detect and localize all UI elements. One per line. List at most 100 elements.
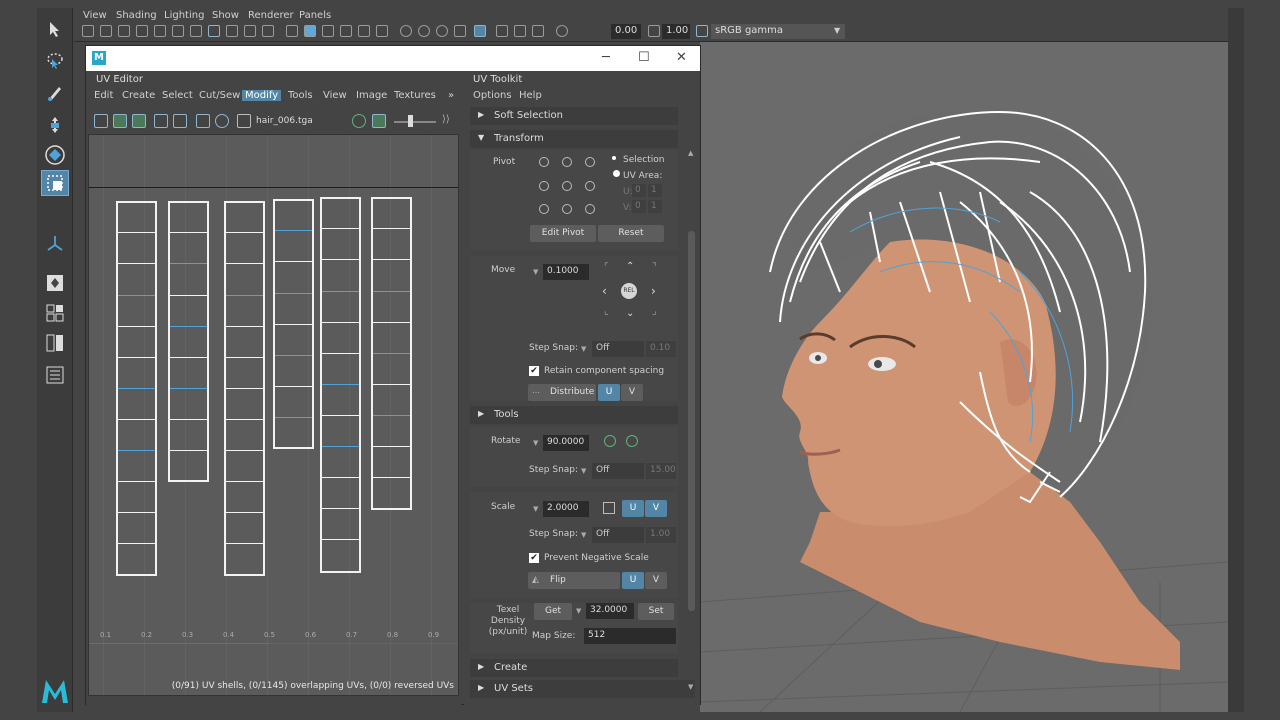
uv-shell-select-icon[interactable] <box>94 114 108 128</box>
move-amount-field[interactable]: 0.1000 <box>543 264 589 280</box>
flip-v-button[interactable]: V <box>645 572 667 589</box>
exposure-slider-handle[interactable] <box>408 115 413 127</box>
exposure-icon[interactable] <box>556 25 568 37</box>
gamma-value-field[interactable]: 1.00 <box>662 24 690 39</box>
move-right-icon[interactable]: › <box>651 284 656 298</box>
shadows-icon[interactable] <box>400 25 412 37</box>
pivot-radio[interactable] <box>562 181 572 191</box>
xray-joints-icon[interactable] <box>514 25 526 37</box>
pivot-radio[interactable] <box>562 204 572 214</box>
selection-radio[interactable] <box>610 154 620 164</box>
pivot-radio[interactable] <box>539 204 549 214</box>
camera-icon[interactable] <box>82 25 94 37</box>
image-display-icon[interactable] <box>352 114 366 128</box>
checker-icon[interactable] <box>154 114 168 128</box>
resolution-gate-icon[interactable] <box>190 25 202 37</box>
menu-help[interactable]: Help <box>519 90 542 101</box>
move-down-icon[interactable]: ⌄ <box>626 308 634 319</box>
pixel-snap-icon[interactable] <box>215 114 229 128</box>
ambient-occlusion-icon[interactable] <box>418 25 430 37</box>
maximize-icon[interactable]: ☐ <box>638 50 650 65</box>
single-view-icon[interactable] <box>41 270 69 296</box>
motion-blur-icon[interactable] <box>436 25 448 37</box>
uv-sets-header[interactable]: ▶ UV Sets <box>470 680 695 698</box>
transform-header[interactable]: ▼ Transform <box>470 130 678 148</box>
collapse-toolbar-icon[interactable]: ⟩⟩ <box>442 114 450 125</box>
viewport-menu-panels[interactable]: Panels <box>299 10 331 21</box>
viewport-menu-view[interactable]: View <box>83 10 107 21</box>
texel-density-field[interactable]: 32.0000 <box>586 603 634 619</box>
move-snap-dropdown-icon[interactable]: ▼ <box>581 345 586 353</box>
lasso-tool-icon[interactable] <box>41 48 69 74</box>
safe-action-icon[interactable] <box>244 25 256 37</box>
scroll-up-icon[interactable]: ▲ <box>688 149 693 157</box>
image-plane-icon[interactable] <box>136 25 148 37</box>
texel-dropdown-icon[interactable]: ▼ <box>576 607 581 615</box>
lights-icon[interactable] <box>376 25 388 37</box>
move-snap-value-field[interactable]: 0.10 <box>646 341 676 357</box>
safe-title-icon[interactable] <box>262 25 274 37</box>
set-texel-button[interactable]: Set <box>638 603 674 620</box>
rotate-amount-field[interactable]: 90.0000 <box>543 435 589 451</box>
viewport-menu-show[interactable]: Show <box>212 10 239 21</box>
rotate-dropdown-icon[interactable]: ▼ <box>533 439 538 447</box>
default-material-icon[interactable] <box>322 25 334 37</box>
scale-dropdown-icon[interactable]: ▼ <box>533 505 538 513</box>
move-dropdown-icon[interactable]: ▼ <box>533 268 538 276</box>
move-tool-icon[interactable] <box>41 112 69 138</box>
prevent-negative-checkbox[interactable]: ✔ <box>529 553 539 563</box>
scale-tool-icon[interactable] <box>41 170 69 196</box>
uv-shell[interactable] <box>371 197 412 510</box>
axis-tool-icon[interactable] <box>41 230 69 256</box>
toolkit-scrollbar[interactable] <box>688 231 695 611</box>
menu-textures[interactable]: Textures <box>394 90 436 101</box>
uv-shell[interactable] <box>320 197 361 573</box>
uv-shell[interactable] <box>273 199 314 449</box>
gamma-icon[interactable] <box>648 25 660 37</box>
edit-pivot-button[interactable]: Edit Pivot <box>530 225 596 242</box>
xray-icon[interactable] <box>496 25 508 37</box>
two-view-icon[interactable] <box>41 330 69 356</box>
menu-tools[interactable]: Tools <box>288 90 313 101</box>
frame-icon[interactable] <box>173 114 187 128</box>
film-gate-icon[interactable] <box>172 25 184 37</box>
field-chart-icon[interactable] <box>226 25 238 37</box>
rotate-step-snap-select[interactable]: Off <box>592 463 644 479</box>
scale-u-button[interactable]: U <box>622 500 644 517</box>
textured-icon[interactable] <box>358 25 370 37</box>
scale-icon[interactable] <box>603 502 615 514</box>
color-management-icon[interactable] <box>696 25 708 37</box>
color-channel-icon[interactable] <box>372 114 386 128</box>
menu-more-icon[interactable]: » <box>448 90 454 101</box>
image-icon[interactable] <box>237 114 251 128</box>
close-icon[interactable]: ✕ <box>676 50 687 65</box>
relative-toggle[interactable]: REL <box>621 283 637 299</box>
texture-name-label[interactable]: hair_006.tga <box>256 116 313 126</box>
chevron-down-icon[interactable]: ▼ <box>834 26 840 35</box>
minimize-icon[interactable]: ─ <box>602 50 610 65</box>
menu-cut-sew[interactable]: Cut/Sew <box>199 90 240 101</box>
isolate-select-icon[interactable] <box>474 25 486 37</box>
tools-header[interactable]: ▶ Tools <box>470 406 678 424</box>
pivot-radio[interactable] <box>539 181 549 191</box>
outliner-icon[interactable] <box>41 362 69 388</box>
paint-select-tool-icon[interactable] <box>41 80 69 106</box>
rotate-cw-icon[interactable] <box>626 435 638 447</box>
v-max-field[interactable]: 1 <box>648 200 662 213</box>
gate-mask-icon[interactable] <box>208 25 220 37</box>
rotate-snap-dropdown-icon[interactable]: ▼ <box>581 467 586 475</box>
pivot-radio[interactable] <box>585 204 595 214</box>
wireframe-icon[interactable] <box>286 25 298 37</box>
scroll-down-icon[interactable]: ▼ <box>688 683 693 691</box>
scale-step-snap-select[interactable]: Off <box>592 527 644 543</box>
rotate-tool-icon[interactable] <box>41 142 69 168</box>
move-left-icon[interactable]: ‹ <box>602 284 607 298</box>
pivot-radio[interactable] <box>585 157 595 167</box>
distortion-icon[interactable] <box>132 114 146 128</box>
four-view-icon[interactable] <box>41 300 69 326</box>
viewport-menu-lighting[interactable]: Lighting <box>164 10 204 21</box>
move-down-left-icon[interactable]: ⌞ <box>604 306 609 317</box>
soft-selection-header[interactable]: ▶ Soft Selection <box>470 107 678 125</box>
move-up-icon[interactable]: ⌃ <box>626 261 634 272</box>
xray-active-icon[interactable] <box>532 25 544 37</box>
